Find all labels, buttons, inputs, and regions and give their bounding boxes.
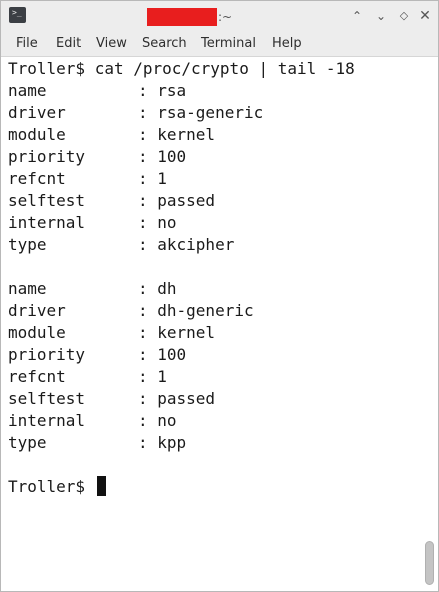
field-value: : passed: [138, 191, 216, 210]
output-line: selftest : passed: [8, 190, 215, 212]
field-value: : rsa: [138, 81, 187, 100]
field-value: : rsa-generic: [138, 103, 264, 122]
close-icon[interactable]: ✕: [416, 7, 434, 25]
output-line: type : akcipher: [8, 234, 234, 256]
field-value: : passed: [138, 389, 216, 408]
field-key: name: [8, 279, 47, 298]
output-line: refcnt : 1: [8, 366, 167, 388]
field-key: priority: [8, 345, 86, 364]
output-line: driver : rsa-generic: [8, 102, 263, 124]
output-line: name : rsa: [8, 80, 186, 102]
output-line: selftest : passed: [8, 388, 215, 410]
command-line: Troller$ cat /proc/crypto | tail -18: [8, 59, 355, 78]
output-line: name : dh: [8, 278, 177, 300]
field-value: : kpp: [138, 433, 187, 452]
output-line: internal : no: [8, 212, 177, 234]
shell-prompt: Troller$: [8, 477, 95, 496]
field-key: priority: [8, 147, 86, 166]
prompt-line[interactable]: Troller$: [8, 476, 106, 498]
menu-terminal[interactable]: Terminal: [201, 36, 256, 52]
field-key: refcnt: [8, 367, 66, 386]
field-key: refcnt: [8, 169, 66, 188]
output-line: module : kernel: [8, 124, 215, 146]
terminal-app-icon: >_: [9, 7, 26, 23]
app-icon-glyph: >_: [12, 8, 22, 17]
field-value: : dh: [138, 279, 177, 298]
field-key: name: [8, 81, 47, 100]
field-value: : 1: [138, 367, 167, 386]
field-key: selftest: [8, 389, 86, 408]
text-cursor: [96, 476, 106, 496]
field-value: : no: [138, 213, 177, 232]
output-line: refcnt : 1: [8, 168, 167, 190]
window-title-suffix: :~: [218, 10, 233, 24]
menu-edit[interactable]: Edit: [56, 36, 81, 52]
field-value: : 100: [138, 147, 187, 166]
field-value: : 100: [138, 345, 187, 364]
menu-file[interactable]: File: [16, 36, 38, 52]
output-line: driver : dh-generic: [8, 300, 254, 322]
field-key: driver: [8, 103, 66, 122]
menu-help[interactable]: Help: [272, 36, 302, 52]
output-line: priority : 100: [8, 344, 186, 366]
vertical-scrollbar[interactable]: [421, 57, 438, 591]
field-value: : 1: [138, 169, 167, 188]
field-key: internal: [8, 213, 86, 232]
field-key: type: [8, 433, 47, 452]
field-key: internal: [8, 411, 86, 430]
minimize-icon[interactable]: ⌄: [372, 7, 390, 25]
menu-search[interactable]: Search: [142, 36, 187, 52]
field-key: selftest: [8, 191, 86, 210]
field-key: type: [8, 235, 47, 254]
scrollbar-thumb[interactable]: [425, 541, 434, 585]
window-title: :~: [147, 8, 232, 26]
field-key: driver: [8, 301, 66, 320]
field-value: : no: [138, 411, 177, 430]
output-line: internal : no: [8, 410, 177, 432]
output-line: priority : 100: [8, 146, 186, 168]
shade-up-icon[interactable]: ⌃: [348, 7, 366, 25]
field-value: : kernel: [138, 125, 216, 144]
output-line: type : kpp: [8, 432, 186, 454]
field-value: : akcipher: [138, 235, 235, 254]
terminal-window: >_ :~ ⌃ ⌄ ◇ ✕ File Edit View Search Term…: [0, 0, 439, 592]
field-value: : dh-generic: [138, 301, 254, 320]
output-line: module : kernel: [8, 322, 215, 344]
menu-view[interactable]: View: [96, 36, 127, 52]
terminal-output[interactable]: Troller$ cat /proc/crypto | tail -18 nam…: [1, 57, 421, 591]
menu-bar: File Edit View Search Terminal Help: [1, 32, 438, 57]
title-bar[interactable]: >_ :~ ⌃ ⌄ ◇ ✕: [1, 1, 438, 32]
field-key: module: [8, 125, 66, 144]
redacted-title-block: [147, 8, 217, 26]
field-key: module: [8, 323, 66, 342]
maximize-icon[interactable]: ◇: [395, 7, 413, 25]
field-value: : kernel: [138, 323, 216, 342]
